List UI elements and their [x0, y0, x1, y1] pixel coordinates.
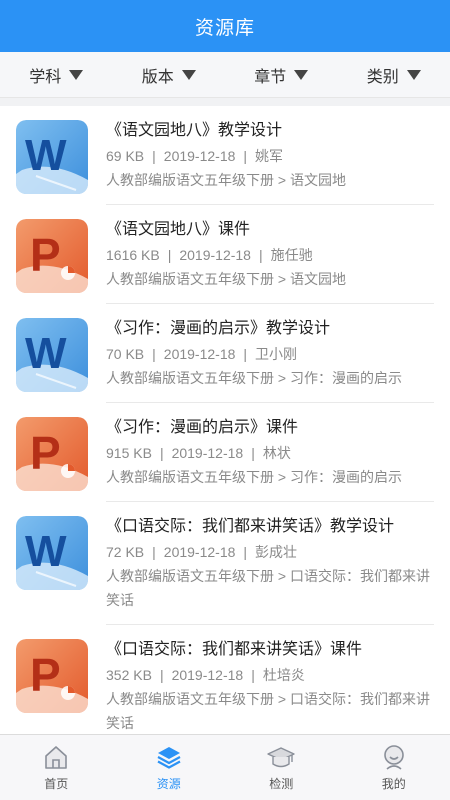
resource-path: 人教部编版语文五年级下册 > 口语交际：我们都来讲笑话 [106, 691, 430, 731]
ppt-document-icon: P [16, 639, 88, 713]
divider [0, 98, 450, 106]
list-item[interactable]: W 《语文园地八》教学设计 69 KB | 2019-12-18 | 姚军 人教部编版语… [0, 106, 450, 205]
caret-down-icon [69, 69, 84, 80]
filter-bar: 学科 版本 章节 类别 [0, 52, 450, 98]
caret-down-icon [181, 69, 196, 80]
resource-meta: 1616 KB | 2019-12-18 | 施任驰 [106, 247, 313, 263]
author: 彭成壮 [255, 544, 298, 560]
resource-meta: 915 KB | 2019-12-18 | 林状 [106, 445, 291, 461]
filter-edition[interactable]: 版本 [113, 63, 226, 87]
upload-date: 2019-12-18 [171, 445, 244, 461]
resource-title: 《口语交际：我们都来讲笑话》教学设计 [106, 518, 395, 535]
author: 施任驰 [270, 247, 313, 263]
list-item[interactable]: W 《习作：漫画的启示》教学设计 70 KB | 2019-12-18 | 卫小刚 人教… [0, 304, 450, 403]
user-icon [383, 745, 404, 770]
list-item[interactable]: P 《口语交际：我们都来讲笑话》课件 352 KB | 2019-12-18 | 杜培炎… [0, 625, 450, 734]
upload-date: 2019-12-18 [163, 346, 236, 362]
upload-date: 2019-12-18 [179, 247, 251, 263]
author: 姚军 [255, 148, 284, 164]
upload-date: 2019-12-18 [163, 544, 236, 560]
filter-label: 类别 [366, 68, 399, 86]
graduation-cap-icon [267, 747, 295, 768]
file-size: 72 KB [106, 544, 145, 560]
tab-label: 资源 [156, 777, 181, 791]
ppt-document-icon: P [16, 219, 88, 293]
resource-meta: 72 KB | 2019-12-18 | 彭成壮 [106, 544, 298, 560]
svg-text:W: W [25, 329, 67, 378]
resource-meta: 70 KB | 2019-12-18 | 卫小刚 [106, 346, 298, 362]
resource-title: 《语文园地八》课件 [106, 221, 251, 238]
home-icon [45, 746, 68, 769]
svg-text:P: P [30, 649, 61, 701]
file-size: 69 KB [106, 148, 145, 164]
layers-icon [157, 747, 181, 769]
svg-text:P: P [30, 427, 61, 479]
upload-date: 2019-12-18 [163, 148, 236, 164]
tab-profile[interactable]: 我的 [338, 735, 450, 800]
caret-down-icon [294, 69, 309, 80]
tab-label: 检测 [269, 777, 294, 791]
resource-path: 人教部编版语文五年级下册 > 语文园地 [106, 172, 346, 188]
resource-path: 人教部编版语文五年级下册 > 口语交际：我们都来讲笑话 [106, 568, 430, 608]
filter-chapter[interactable]: 章节 [225, 63, 338, 87]
upload-date: 2019-12-18 [171, 667, 244, 683]
tab-tests[interactable]: 检测 [225, 735, 338, 800]
caret-down-icon [406, 69, 421, 80]
resource-path: 人教部编版语文五年级下册 > 习作：漫画的启示 [106, 469, 402, 485]
tab-home[interactable]: 首页 [0, 735, 113, 800]
resource-meta: 352 KB | 2019-12-18 | 杜培炎 [106, 667, 305, 683]
bottom-tab-bar: 首页 资源 检测 我的 [0, 734, 450, 800]
filter-label: 章节 [254, 68, 287, 86]
svg-text:W: W [25, 527, 67, 576]
tab-resources[interactable]: 资源 [113, 735, 226, 800]
resource-title: 《习作：漫画的启示》教学设计 [106, 320, 331, 337]
file-size: 70 KB [106, 346, 145, 362]
filter-subject[interactable]: 学科 [0, 63, 113, 87]
filter-category[interactable]: 类别 [338, 63, 450, 87]
tab-label: 首页 [44, 777, 69, 791]
resource-path: 人教部编版语文五年级下册 > 习作：漫画的启示 [106, 370, 402, 386]
filter-label: 学科 [29, 68, 62, 86]
resource-title: 《习作：漫画的启示》课件 [106, 419, 299, 436]
author: 林状 [262, 445, 291, 461]
filter-label: 版本 [141, 68, 174, 86]
ppt-document-icon: P [16, 417, 88, 491]
file-size: 915 KB [106, 445, 152, 461]
word-document-icon: W [16, 516, 88, 590]
resource-list[interactable]: W 《语文园地八》教学设计 69 KB | 2019-12-18 | 姚军 人教部编版语… [0, 106, 450, 734]
resource-title: 《口语交际：我们都来讲笑话》课件 [106, 641, 363, 658]
app-header: 资源库 [0, 0, 450, 52]
list-item[interactable]: P 《语文园地八》课件 1616 KB | 2019-12-18 | 施任驰 人教部编版… [0, 205, 450, 304]
word-document-icon: W [16, 318, 88, 392]
svg-text:W: W [25, 131, 67, 180]
page-title: 资源库 [194, 17, 255, 39]
resource-title: 《语文园地八》教学设计 [106, 122, 283, 139]
resource-meta: 69 KB | 2019-12-18 | 姚军 [106, 148, 284, 164]
resource-path: 人教部编版语文五年级下册 > 语文园地 [106, 271, 346, 287]
list-item[interactable]: W 《口语交际：我们都来讲笑话》教学设计 72 KB | 2019-12-18 | 彭成… [0, 502, 450, 625]
svg-text:P: P [30, 229, 61, 281]
file-size: 352 KB [106, 667, 152, 683]
author: 杜培炎 [262, 667, 305, 683]
file-size: 1616 KB [106, 247, 160, 263]
list-item[interactable]: P 《习作：漫画的启示》课件 915 KB | 2019-12-18 | 林状 人教部编… [0, 403, 450, 502]
word-document-icon: W [16, 120, 88, 194]
tab-label: 我的 [381, 777, 406, 791]
author: 卫小刚 [255, 346, 298, 362]
